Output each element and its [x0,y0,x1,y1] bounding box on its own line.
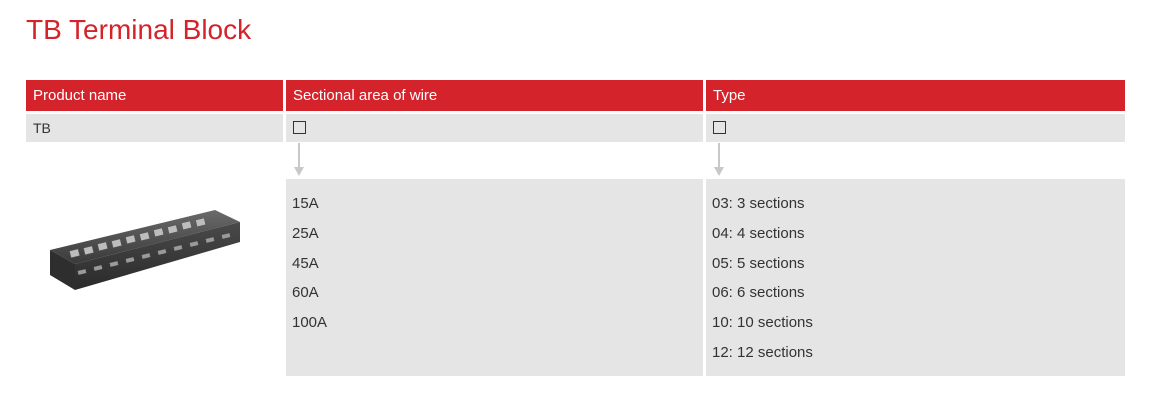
placeholder-box-icon [293,121,306,135]
down-arrow-icon [714,143,724,176]
page-title: TB Terminal Block [26,14,252,45]
header-sectional-area: Sectional area of wire [286,80,703,111]
terminal-block-image [50,210,240,290]
type-options-list: 03: 3 sections 04: 4 sections 05: 5 sect… [712,189,813,368]
down-arrow-icon [294,143,304,176]
list-item: 100A [292,314,328,332]
list-item: 10: 10 sections [712,314,813,332]
type-options-panel: 03: 3 sections 04: 4 sections 05: 5 sect… [706,179,1125,376]
list-item: 12: 12 sections [712,343,813,361]
list-item: 05: 5 sections [712,254,805,272]
list-item: 25A [292,224,319,242]
type-placeholder-cell [706,114,1125,142]
list-item: 60A [292,284,319,302]
list-item: 45A [292,254,319,272]
wire-options-panel: 15A 25A 45A 60A 100A [286,179,703,376]
product-name: TB [33,120,51,136]
wire-placeholder-cell [286,114,703,142]
placeholder-box-icon [713,121,726,135]
list-item: 06: 6 sections [712,284,805,302]
list-item: 15A [292,195,319,212]
header-product-name: Product name [26,80,283,111]
wire-options-list: 15A 25A 45A 60A 100A [292,189,327,338]
list-item: 03: 3 sections [712,195,805,212]
product-name-cell: TB [26,114,283,142]
header-type: Type [706,80,1125,111]
list-item: 04: 4 sections [712,224,805,242]
